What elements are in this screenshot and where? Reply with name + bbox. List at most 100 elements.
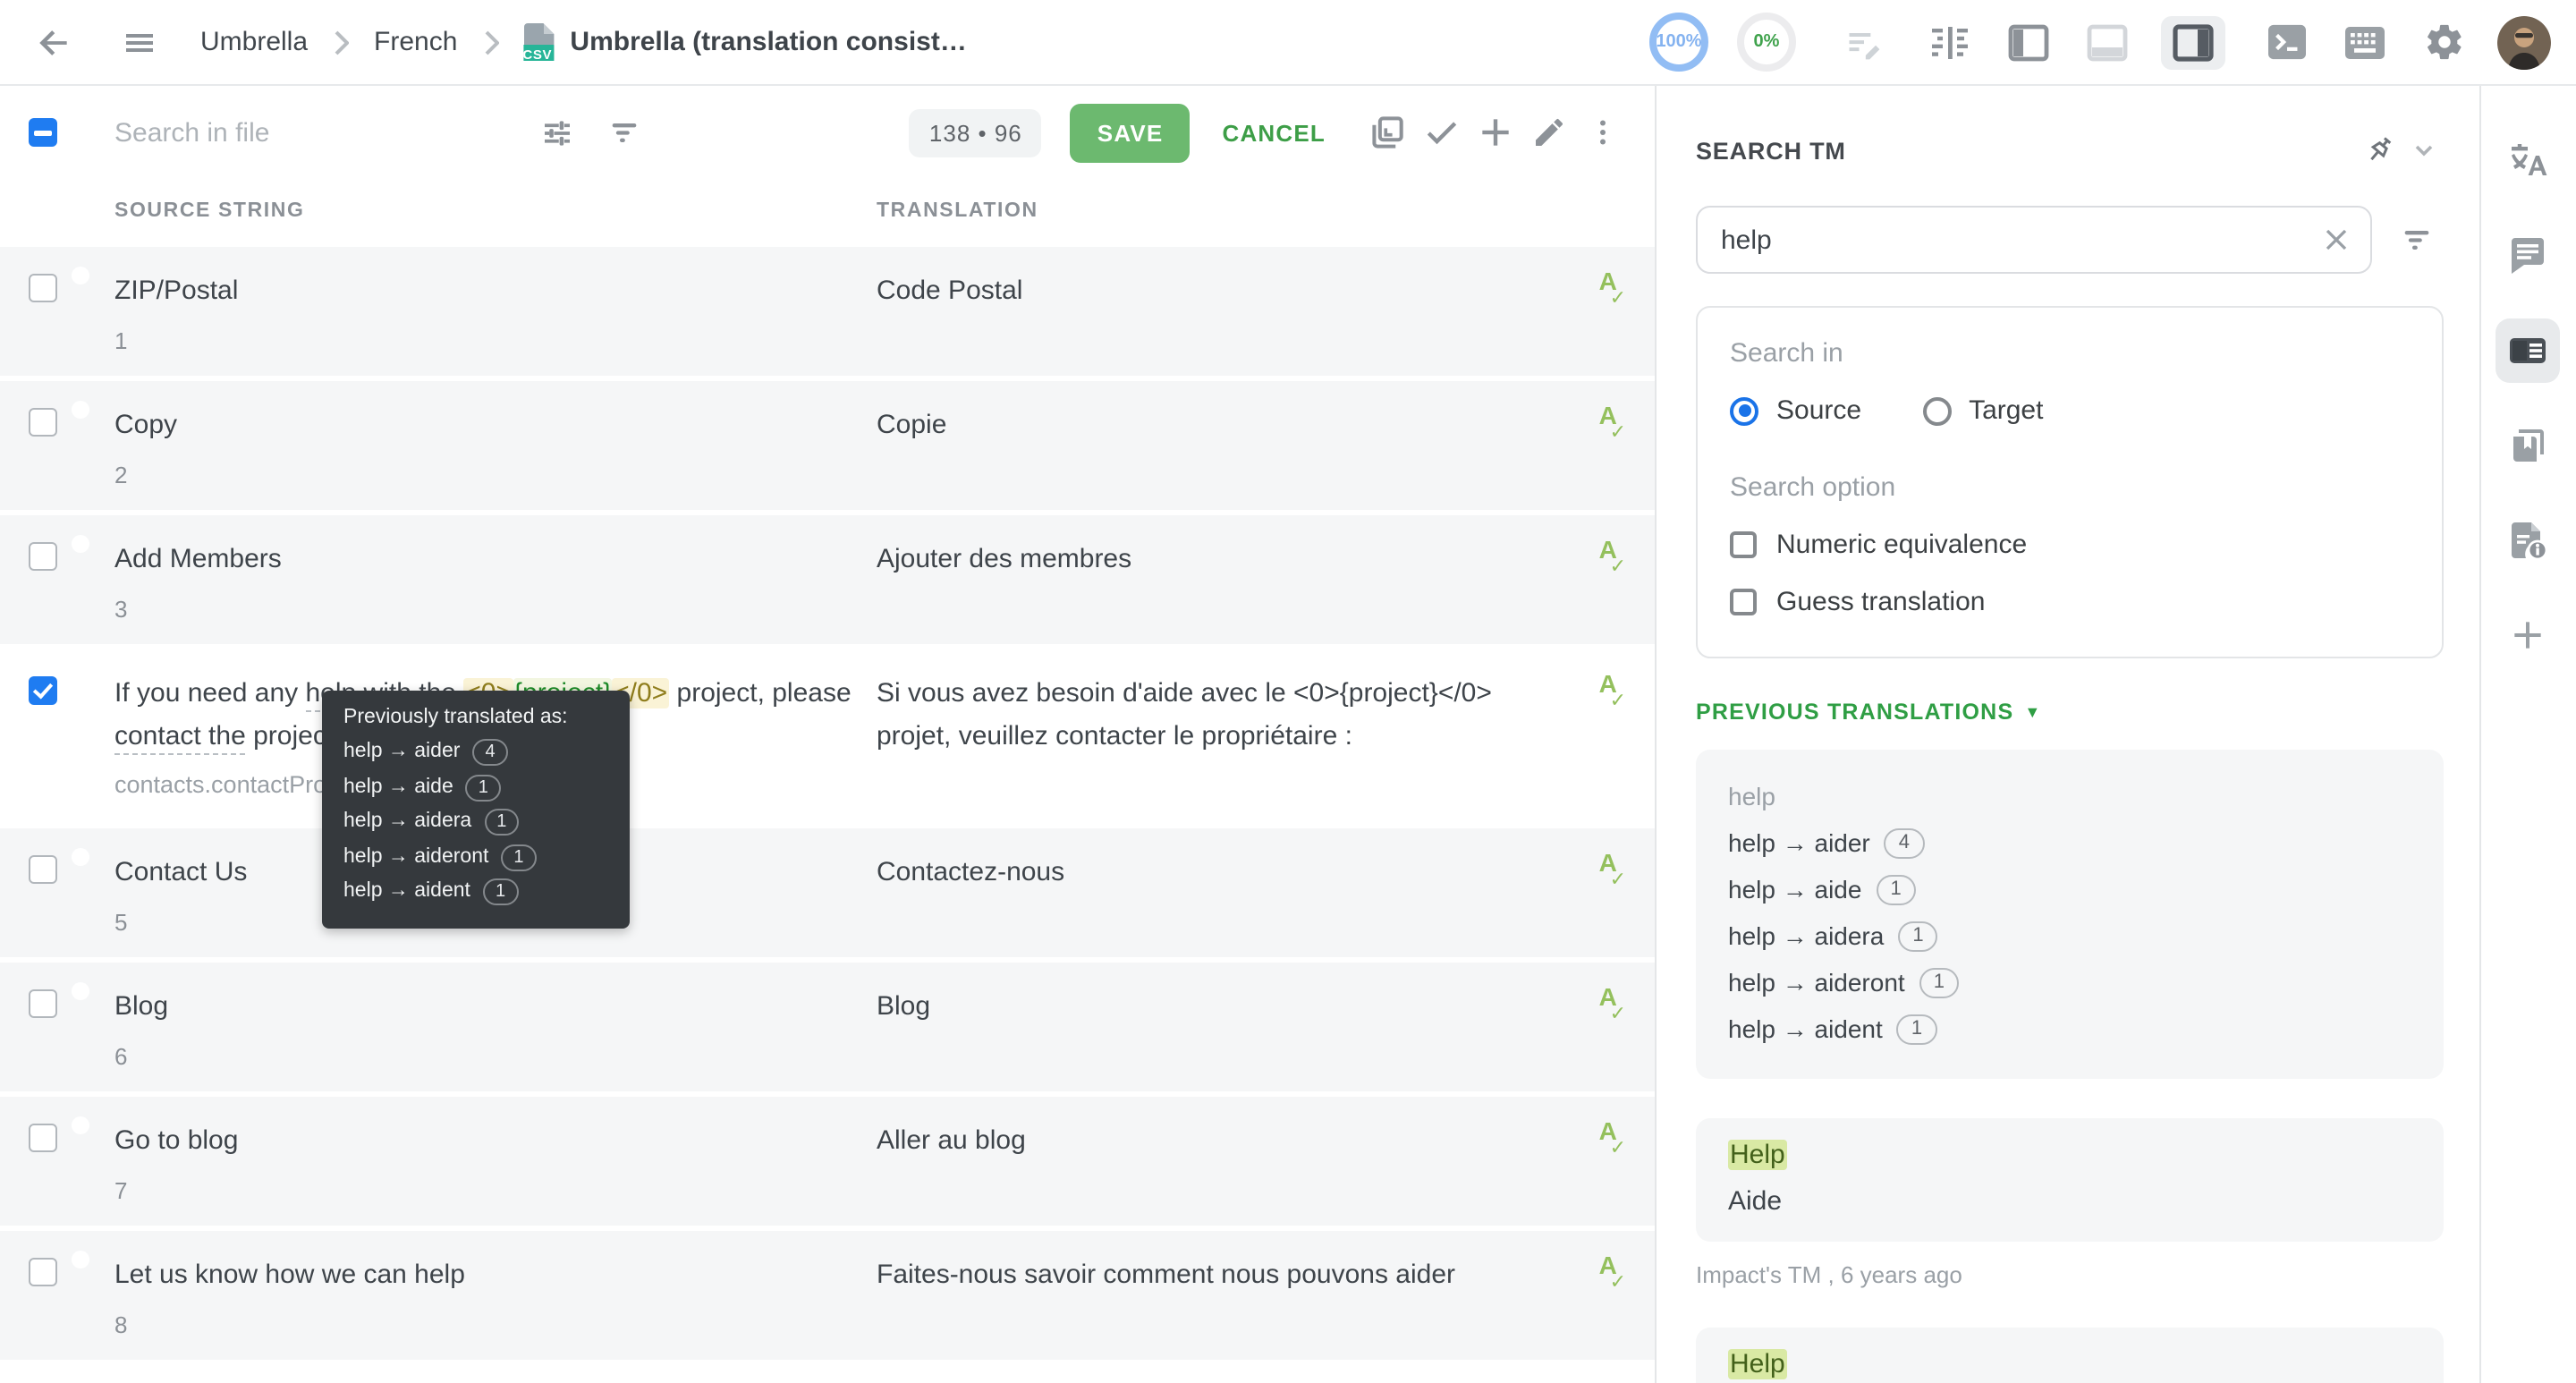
spellcheck-approved-icon[interactable]: A✓: [1599, 984, 1626, 1027]
file-info-icon[interactable]: [2496, 508, 2560, 573]
radio-target[interactable]: Target: [1922, 395, 2043, 426]
strings-counter-badge: 138 • 96: [910, 108, 1042, 157]
add-panel-icon[interactable]: [2496, 603, 2560, 667]
copy-source-icon[interactable]: [1361, 106, 1415, 159]
csv-file-icon: CSV: [523, 23, 554, 61]
comments-icon[interactable]: [2496, 224, 2560, 288]
draft-edit-icon[interactable]: [1839, 17, 1889, 67]
tm-result-target: Aide: [1728, 1186, 2411, 1217]
spellcheck-approved-icon[interactable]: A✓: [1599, 850, 1626, 893]
row-checkbox[interactable]: [29, 1124, 57, 1152]
table-row[interactable]: Add Members 3 Ajouter des membres A✓: [0, 515, 1655, 644]
search-option-label: Search option: [1730, 472, 2410, 503]
more-options-icon[interactable]: [1576, 106, 1630, 159]
suggestion-item[interactable]: help → aident1: [1728, 1005, 2411, 1052]
row-checkbox[interactable]: [29, 274, 57, 302]
view-bottom-panel-icon[interactable]: [2082, 17, 2132, 67]
suggestion-item[interactable]: help → aidera1: [1728, 912, 2411, 959]
clear-search-icon[interactable]: [2318, 222, 2354, 258]
terminal-icon[interactable]: [2261, 17, 2311, 67]
row-checkbox[interactable]: [29, 408, 57, 437]
row-checkbox[interactable]: [29, 542, 57, 571]
tm-result-source: Help: [1728, 1349, 2411, 1379]
table-row[interactable]: Let us know how we can help 8 Faites-nou…: [0, 1231, 1655, 1360]
count-badge: 1: [1919, 967, 1959, 997]
glossary-icon[interactable]: [2496, 413, 2560, 478]
status-badge[interactable]: [72, 267, 89, 284]
spellcheck-approved-icon[interactable]: A✓: [1599, 1252, 1626, 1295]
advanced-filter-icon[interactable]: [530, 106, 583, 159]
row-checkbox[interactable]: [29, 989, 57, 1018]
keyboard-shortcuts-icon[interactable]: [2340, 17, 2390, 67]
table-row[interactable]: ZIP/Postal 1 Code Postal A✓: [0, 247, 1655, 376]
avatar[interactable]: [2497, 15, 2551, 69]
row-checkbox[interactable]: [29, 855, 57, 884]
view-strings-icon[interactable]: [1925, 17, 1975, 67]
approved-progress-ring[interactable]: 0%: [1737, 13, 1796, 72]
string-id: 6: [114, 1043, 1655, 1091]
translated-progress-ring[interactable]: 100%: [1649, 13, 1708, 72]
spellcheck-approved-icon[interactable]: A✓: [1599, 268, 1626, 311]
breadcrumb-language[interactable]: French: [374, 27, 457, 57]
count-badge: 4: [1885, 827, 1924, 858]
previous-translations-toggle[interactable]: PREVIOUS TRANSLATIONS▼: [1696, 700, 2444, 725]
spellcheck-approved-icon[interactable]: A✓: [1599, 403, 1626, 445]
status-badge[interactable]: [72, 669, 89, 687]
checkbox-numeric-equivalence[interactable]: Numeric equivalence: [1730, 530, 2410, 560]
view-side-by-side-icon[interactable]: [2004, 17, 2054, 67]
table-row[interactable]: Contact Us 5 Contactez-nous A✓: [0, 828, 1655, 957]
count-badge: 1: [1898, 921, 1937, 951]
table-row[interactable]: Go to blog 7 Aller au blog A✓: [0, 1097, 1655, 1226]
approve-check-icon[interactable]: [1415, 106, 1469, 159]
status-badge[interactable]: [72, 1251, 89, 1268]
breadcrumb-project[interactable]: Umbrella: [200, 27, 308, 57]
spellcheck-approved-icon[interactable]: A✓: [1599, 1118, 1626, 1161]
add-string-icon[interactable]: [1469, 106, 1522, 159]
edit-string-icon[interactable]: [1522, 106, 1576, 159]
tm-result-card[interactable]: Help Aide: [1696, 1118, 2444, 1242]
column-header-translation: TRANSLATION: [877, 200, 1038, 222]
strings-table: ZIP/Postal 1 Code Postal A✓ Copy 2 Copie…: [0, 247, 1655, 1360]
table-row[interactable]: Copy 2 Copie A✓: [0, 381, 1655, 510]
collapse-chevron-icon[interactable]: [2404, 125, 2444, 175]
search-tm-panel: SEARCH TM S: [1657, 86, 2479, 1383]
tm-result-card[interactable]: Help Aide: [1696, 1328, 2444, 1383]
count-badge: 1: [1897, 1014, 1936, 1044]
status-badge[interactable]: [72, 535, 89, 553]
row-checkbox[interactable]: [29, 1258, 57, 1286]
filter-icon[interactable]: [597, 106, 651, 159]
status-badge[interactable]: [72, 401, 89, 419]
settings-gear-icon[interactable]: [2419, 17, 2469, 67]
table-row-selected[interactable]: If you need any help with the <0>{projec…: [0, 649, 1655, 823]
string-id: 8: [114, 1311, 1655, 1360]
spellcheck-approved-icon[interactable]: A✓: [1599, 671, 1626, 714]
translation-text: Copie: [877, 404, 1535, 447]
menu-icon[interactable]: [114, 17, 165, 67]
select-all-checkbox[interactable]: [29, 118, 57, 147]
status-badge[interactable]: [72, 1116, 89, 1134]
tm-filter-icon[interactable]: [2390, 213, 2444, 267]
save-button[interactable]: SAVE: [1071, 103, 1191, 162]
machine-translation-icon[interactable]: [2496, 129, 2560, 193]
row-checkbox[interactable]: [29, 676, 57, 705]
table-row[interactable]: Blog 6 Blog A✓: [0, 963, 1655, 1091]
status-badge[interactable]: [72, 848, 89, 866]
checkbox-guess-translation[interactable]: Guess translation: [1730, 587, 2410, 617]
translation-memory-icon[interactable]: [2496, 318, 2560, 383]
pin-icon[interactable]: [2354, 125, 2404, 175]
back-icon[interactable]: [29, 17, 79, 67]
suggestion-item[interactable]: help → aideront1: [1728, 959, 2411, 1005]
search-in-file-input[interactable]: Search in file: [114, 117, 530, 148]
spellcheck-approved-icon[interactable]: A✓: [1599, 537, 1626, 580]
view-right-panel-icon: [2172, 22, 2215, 62]
file-breadcrumb[interactable]: CSV Umbrella (translation consist…: [523, 23, 963, 61]
cancel-button[interactable]: CANCEL: [1204, 103, 1343, 162]
tm-search-input[interactable]: [1696, 206, 2372, 274]
source-text: Let us know how we can help: [114, 1231, 884, 1297]
radio-source[interactable]: Source: [1730, 395, 1861, 426]
status-badge[interactable]: [72, 982, 89, 1000]
suggestion-item[interactable]: help → aide1: [1728, 866, 2411, 912]
tooltip-item: help → aider4: [343, 735, 608, 770]
suggestion-item[interactable]: help → aider4: [1728, 819, 2411, 866]
view-right-panel-selected[interactable]: [2161, 15, 2225, 69]
